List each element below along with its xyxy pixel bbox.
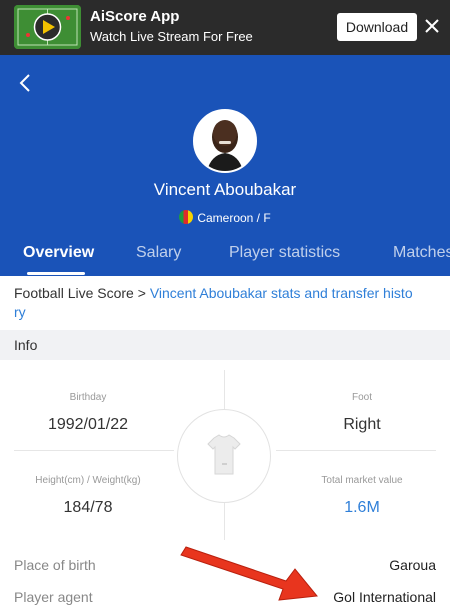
player-nationality-position: Cameroon / F: [0, 210, 450, 225]
player-avatar: [193, 109, 257, 173]
height-weight-value: 184/78: [63, 499, 113, 516]
foot-value: Right: [343, 416, 381, 433]
divider-left: [14, 450, 174, 451]
player-agent-value: Gol International: [333, 589, 436, 605]
breadcrumb: Football Live Score > Vincent Aboubakar …: [14, 284, 439, 322]
jersey-icon: [177, 409, 271, 503]
tab-overview[interactable]: Overview: [23, 244, 94, 262]
breadcrumb-home-link[interactable]: Football Live Score: [14, 285, 134, 301]
player-header: Vincent Aboubakar Cameroon / F Overview …: [0, 55, 450, 276]
info-section-header: Info: [0, 330, 450, 360]
height-weight-label: Height(cm) / Weight(kg): [35, 475, 141, 486]
breadcrumb-separator: >: [137, 285, 146, 301]
birthday-label: Birthday: [69, 392, 107, 403]
close-icon[interactable]: [422, 15, 442, 37]
divider-right: [276, 450, 436, 451]
info-panel: Birthday 1992/01/22 Foot Right Height(cm…: [0, 360, 450, 540]
tab-salary[interactable]: Salary: [136, 244, 181, 262]
place-of-birth-value: Garoua: [389, 557, 436, 573]
birthday-value: 1992/01/22: [47, 416, 129, 433]
place-of-birth-label: Place of birth: [14, 557, 96, 573]
download-button[interactable]: Download: [337, 13, 417, 41]
cameroon-flag-icon: [179, 210, 194, 224]
market-value-label: Total market value: [321, 475, 403, 486]
back-arrow-icon[interactable]: [16, 71, 36, 95]
breadcrumb-current-link-cont[interactable]: ry: [14, 304, 26, 320]
tab-matches[interactable]: Matches: [393, 244, 450, 262]
market-value-value[interactable]: 1.6M: [287, 499, 437, 517]
tab-bar: Overview Salary Player statistics Matche…: [0, 240, 450, 276]
app-promo-banner: AiScore App Watch Live Stream For Free D…: [0, 0, 450, 55]
foot-label: Foot: [351, 392, 372, 403]
player-agent-label: Player agent: [14, 589, 93, 605]
breadcrumb-current-link[interactable]: Vincent Aboubakar stats and transfer his…: [150, 285, 413, 301]
app-logo-icon[interactable]: [14, 5, 81, 49]
player-name: Vincent Aboubakar: [153, 180, 297, 199]
tab-player-statistics[interactable]: Player statistics: [229, 244, 340, 262]
active-tab-indicator: [27, 272, 85, 275]
banner-subtitle: Watch Live Stream For Free: [90, 29, 253, 44]
player-meta-text: Cameroon / F: [197, 211, 271, 225]
banner-title: AiScore App: [90, 8, 180, 25]
